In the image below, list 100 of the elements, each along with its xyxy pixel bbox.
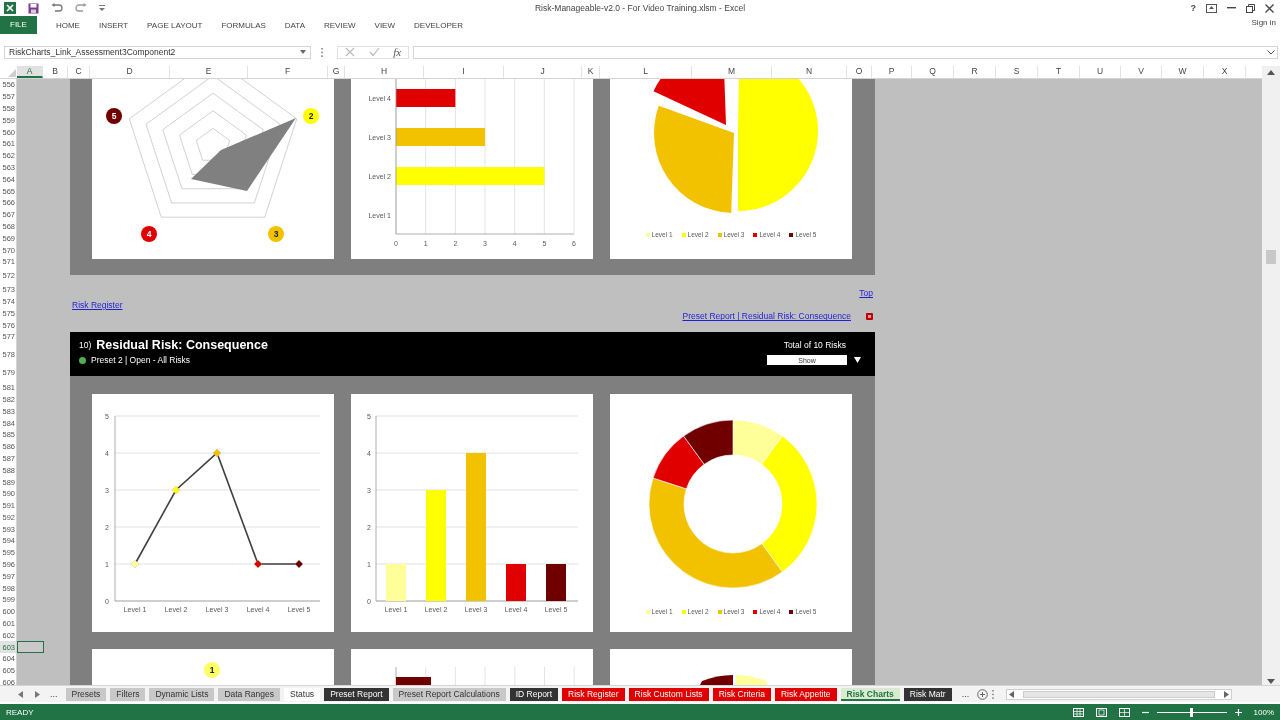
- scroll-left-icon[interactable]: [1009, 690, 1015, 698]
- sheet-tab[interactable]: Risk Criteria: [712, 687, 771, 701]
- ribbon-tab[interactable]: INSERT: [98, 20, 129, 30]
- sheet-tab[interactable]: Risk Appetite: [774, 687, 837, 701]
- column-header[interactable]: V: [1121, 66, 1162, 78]
- page-layout-icon[interactable]: [1095, 707, 1107, 717]
- caret-icon[interactable]: [854, 357, 861, 364]
- sheet-tab[interactable]: Preset Report: [324, 687, 389, 701]
- bar: [386, 564, 406, 602]
- add-sheet-icon[interactable]: [977, 688, 989, 700]
- close-icon[interactable]: [1265, 3, 1274, 13]
- column-header[interactable]: A: [17, 66, 43, 78]
- name-box[interactable]: RiskCharts_Link_Assessment3Component2: [4, 45, 311, 59]
- top-link[interactable]: Top: [859, 288, 873, 299]
- column-header[interactable]: X: [1204, 66, 1246, 78]
- data-point: [294, 559, 304, 569]
- column-header[interactable]: T: [1038, 66, 1080, 78]
- sheet-tab[interactable]: Status: [284, 687, 321, 701]
- column-header[interactable]: Q: [912, 66, 954, 78]
- insert-function-button[interactable]: fx: [393, 46, 402, 58]
- undo-icon[interactable]: [51, 3, 63, 13]
- section-number: 10): [79, 340, 92, 351]
- sheet-tab[interactable]: Risk Charts: [840, 687, 900, 701]
- normal-view-icon[interactable]: [1072, 707, 1084, 717]
- sign-in-link[interactable]: Sign in: [1251, 18, 1276, 27]
- scroll-thumb[interactable]: [1023, 690, 1216, 698]
- scroll-up-icon[interactable]: [1267, 70, 1275, 75]
- column-header[interactable]: K: [582, 66, 600, 78]
- category-badge: 3: [268, 226, 284, 242]
- sheet-tab[interactable]: ID Report: [509, 687, 559, 701]
- help-button[interactable]: ?: [1190, 3, 1196, 13]
- minimize-icon[interactable]: [1227, 7, 1236, 9]
- column-header[interactable]: H: [345, 66, 424, 78]
- restore-icon[interactable]: [1246, 3, 1255, 13]
- sheet-tab[interactable]: Presets: [65, 687, 107, 701]
- ribbon-tab[interactable]: DEVELOPER: [414, 20, 463, 30]
- vertical-scrollbar[interactable]: [1262, 66, 1280, 688]
- column-header[interactable]: D: [90, 66, 170, 78]
- formula-input[interactable]: [413, 45, 1278, 59]
- column-header[interactable]: U: [1080, 66, 1121, 78]
- file-tab[interactable]: FILE: [0, 16, 37, 34]
- ribbon-tab[interactable]: VIEW: [374, 20, 395, 30]
- selected-cell[interactable]: [17, 641, 44, 654]
- column-header[interactable]: C: [68, 66, 90, 78]
- report-icon[interactable]: [866, 312, 873, 320]
- pie-slice: [698, 675, 733, 685]
- sheet-tab[interactable]: Risk Register: [562, 687, 625, 701]
- zoom-in-icon[interactable]: [1234, 708, 1242, 716]
- scroll-thumb[interactable]: [1266, 250, 1276, 264]
- sheet-tab[interactable]: Filters: [110, 687, 146, 701]
- zoom-slider-thumb[interactable]: [1190, 707, 1194, 717]
- column-header[interactable]: L: [600, 66, 692, 78]
- column-header[interactable]: J: [504, 66, 582, 78]
- column-header[interactable]: I: [424, 66, 504, 78]
- ribbon-tab[interactable]: PAGE LAYOUT: [147, 20, 203, 30]
- ribbon-display-icon[interactable]: [1206, 3, 1217, 13]
- scroll-right-icon[interactable]: [1224, 690, 1230, 698]
- pie-slice: [736, 675, 770, 685]
- preset-report-link[interactable]: Preset Report | Residual Risk: Consequence: [682, 311, 851, 322]
- column-header[interactable]: E: [170, 66, 248, 78]
- ribbon-tab[interactable]: HOME: [55, 20, 80, 30]
- column-header[interactable]: O: [847, 66, 872, 78]
- column-header[interactable]: S: [996, 66, 1038, 78]
- sheet-tab[interactable]: Preset Report Calculations: [392, 687, 506, 701]
- more-sheets-button[interactable]: ...: [961, 689, 970, 699]
- donut-slice: [683, 419, 734, 465]
- page-break-icon[interactable]: [1118, 707, 1130, 717]
- check-icon[interactable]: [368, 47, 380, 57]
- preset-label: Preset 2 | Open - All Risks: [91, 355, 191, 366]
- window-title: Risk-Manageable-v2.0 - For Video Training.xlsm - Excel: [534, 3, 746, 13]
- ribbon-tab[interactable]: FORMULAS: [221, 20, 266, 30]
- sheet-tab[interactable]: Risk Custom Lists: [628, 687, 709, 701]
- column-header[interactable]: P: [872, 66, 912, 78]
- redo-icon[interactable]: [75, 3, 87, 13]
- ribbon-tab[interactable]: DATA: [284, 20, 305, 30]
- customize-toolbar-icon[interactable]: [99, 5, 105, 11]
- risk-register-link[interactable]: Risk Register: [72, 299, 123, 310]
- column-header[interactable]: G: [328, 66, 345, 78]
- more-sheets-button[interactable]: ...: [50, 689, 58, 699]
- column-header[interactable]: W: [1162, 66, 1204, 78]
- column-header[interactable]: M: [692, 66, 772, 78]
- category-badge: 1: [204, 662, 220, 679]
- status-dot-icon: [79, 356, 86, 364]
- save-icon[interactable]: [28, 2, 39, 14]
- horizontal-scrollbar[interactable]: [1006, 688, 1233, 700]
- column-header[interactable]: B: [43, 66, 68, 78]
- column-header[interactable]: R: [954, 66, 996, 78]
- data-point: [130, 559, 140, 569]
- ribbon-tab[interactable]: REVIEW: [324, 20, 356, 30]
- column-header[interactable]: F: [248, 66, 328, 78]
- next-sheet-icon[interactable]: [35, 690, 40, 698]
- sheet-tab[interactable]: Data Ranges: [218, 687, 280, 701]
- zoom-level[interactable]: 100%: [1253, 707, 1274, 717]
- sheet-tab[interactable]: Dynamic Lists: [149, 687, 215, 701]
- expand-icon[interactable]: [1267, 49, 1275, 55]
- previous-sheet-icon[interactable]: [18, 690, 23, 698]
- data-point: [171, 485, 181, 495]
- data-point: [212, 448, 222, 458]
- sheet-tab[interactable]: Risk Matr: [903, 687, 952, 701]
- column-header[interactable]: N: [772, 66, 847, 78]
